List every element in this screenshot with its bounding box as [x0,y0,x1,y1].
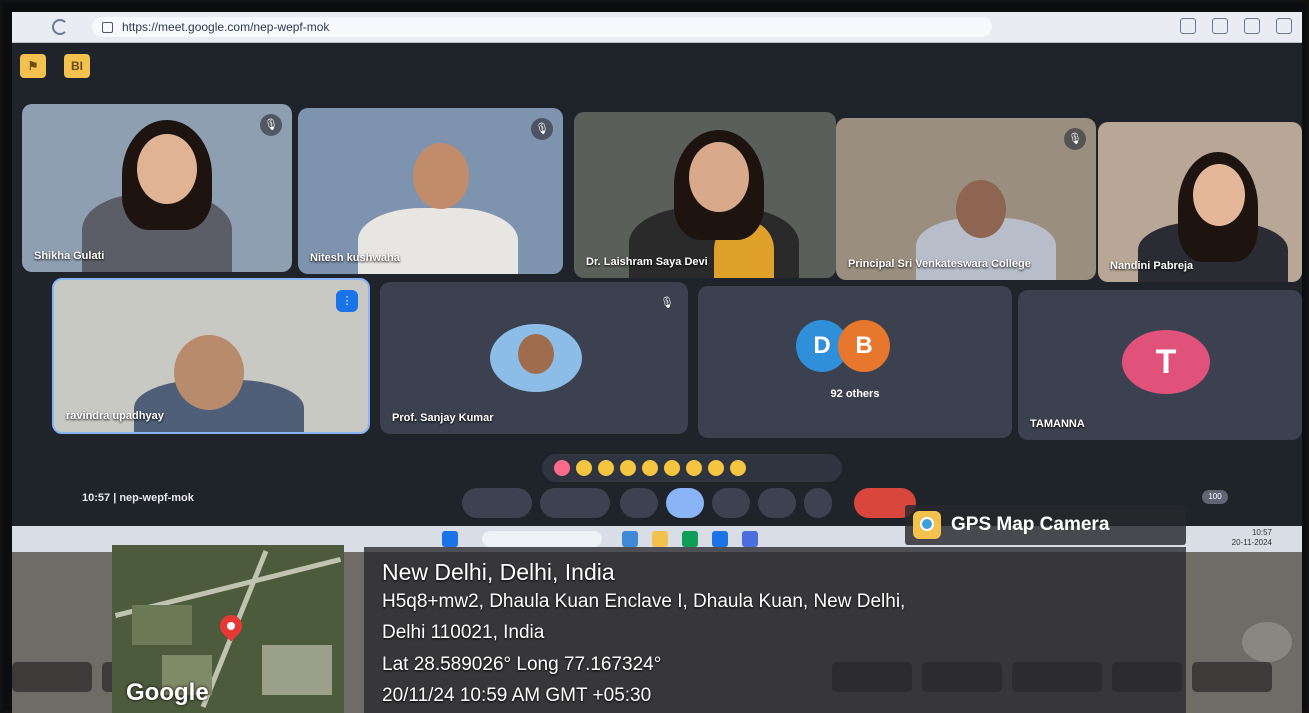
map-provider-label: Google [126,679,209,706]
hand-raise-button[interactable] [758,488,796,518]
mic-off-icon: 🎙 [660,297,674,309]
participant-tile[interactable]: T TAMANNA [1018,290,1302,440]
folder-icon[interactable] [652,531,668,547]
meeting-time-code: 10:57 | nep-wepf-mok [82,492,194,504]
flag-icon[interactable]: ⚑ [20,54,46,78]
participant-tile[interactable]: Nandini Pabreja [1098,122,1302,282]
participant-tile[interactable]: 🎙 Principal Sri Venkateswara College [836,118,1096,280]
participant-tile-active[interactable]: ⋮ ravindra upadhyay [52,278,370,434]
browser-toolbar: https://meet.google.com/nep-wepf-mok [12,12,1302,43]
tool-button[interactable]: BI [64,54,90,78]
participant-body [358,208,518,274]
participant-name: Shikha Gulati [34,250,105,262]
reload-icon[interactable] [52,19,68,35]
surprised-icon[interactable] [664,460,680,476]
gps-location: New Delhi, Delhi, India [382,559,615,585]
browser-icon[interactable] [682,531,698,547]
gps-info-panel: New Delhi, Delhi, India H5q8+mw2, Dhaula… [364,547,1186,713]
heart-icon[interactable] [554,460,570,476]
camera-toggle-button[interactable] [540,488,610,518]
participant-name: Dr. Laishram Saya Devi [586,256,708,268]
participant-tile[interactable]: 🎙 Prof. Sanjay Kumar [380,282,688,434]
refresh-icon[interactable] [1244,18,1260,34]
gps-map-thumbnail: Google [112,545,344,713]
participant-count-badge: 100 [1202,490,1228,504]
laugh-icon[interactable] [642,460,658,476]
emoji-button[interactable] [666,488,704,518]
participant-name: Nandini Pabreja [1110,260,1194,272]
participant-face [956,180,1006,238]
avatar-t: T [1122,330,1210,394]
party-icon[interactable] [598,460,614,476]
mic-off-icon: 🎙 [1064,128,1086,150]
collections-icon[interactable] [1212,18,1228,34]
captions-button[interactable] [620,488,658,518]
clock-date: 20-11-2024 [1231,538,1272,547]
url-text: https://meet.google.com/nep-wepf-mok [122,20,330,34]
mic-off-icon: 🎙 [260,114,282,136]
lock-icon [102,22,113,33]
gps-badge-title: GPS Map Camera [951,514,1110,535]
taskbar-clock: 10:57 20-11-2024 [1232,528,1272,548]
participant-photo-avatar [490,324,582,392]
mic-toggle-button[interactable] [462,488,532,518]
star-icon[interactable] [1180,18,1196,34]
participant-name: TAMANNA [1030,418,1085,430]
participant-tile[interactable]: Dr. Laishram Saya Devi [574,112,836,278]
app-icon[interactable] [622,531,638,547]
participant-name: ravindra upadhyay [66,410,164,422]
participant-face [1193,164,1245,226]
clap-icon[interactable] [620,460,636,476]
address-bar[interactable]: https://meet.google.com/nep-wepf-mok [92,17,992,37]
thumbs-down-icon[interactable] [730,460,746,476]
participant-face [413,143,469,209]
edge-icon[interactable] [712,531,728,547]
participant-name: Nitesh kushwaha [310,252,400,264]
word-icon[interactable] [742,531,758,547]
gps-address-line2: Delhi 110021, India [382,622,545,643]
favorites-icon[interactable] [1276,18,1292,34]
avatar-b: B [838,320,890,372]
participant-face [137,134,197,204]
participant-name: Prof. Sanjay Kumar [392,412,494,424]
others-tile[interactable]: D B 92 others [698,286,1012,438]
sad-icon[interactable] [686,460,702,476]
taskbar-search[interactable] [482,531,602,547]
thinking-icon[interactable] [708,460,724,476]
gps-badge: GPS Map Camera [905,505,1186,545]
participant-tile[interactable]: 🎙 Nitesh kushwaha [298,108,563,274]
reaction-bar [542,454,842,482]
start-icon[interactable] [442,531,458,547]
mic-off-icon: 🎙 [531,118,553,140]
gps-coordinates: Lat 28.589026° Long 77.167324° [382,654,662,675]
gps-camera-logo-icon [913,511,941,539]
thumbs-up-icon[interactable] [576,460,592,476]
more-options-button[interactable] [804,488,832,518]
speaking-icon: ⋮ [336,290,358,312]
participant-face [174,335,244,410]
participant-face [689,142,749,212]
browser-actions [1180,18,1292,34]
gps-address-line1: H5q8+mw2, Dhaula Kuan Enclave I, Dhaula … [382,591,906,612]
clock-time: 10:57 [1251,528,1272,537]
present-button[interactable] [712,488,750,518]
laptop-screen: https://meet.google.com/nep-wepf-mok ⚑ B… [12,12,1302,552]
participant-tile[interactable]: 🎙 Shikha Gulati [22,104,292,272]
participant-name: Principal Sri Venkateswara College [848,258,1031,270]
others-count: 92 others [830,388,880,400]
gps-datetime: 20/11/24 10:59 AM GMT +05:30 [382,685,652,706]
